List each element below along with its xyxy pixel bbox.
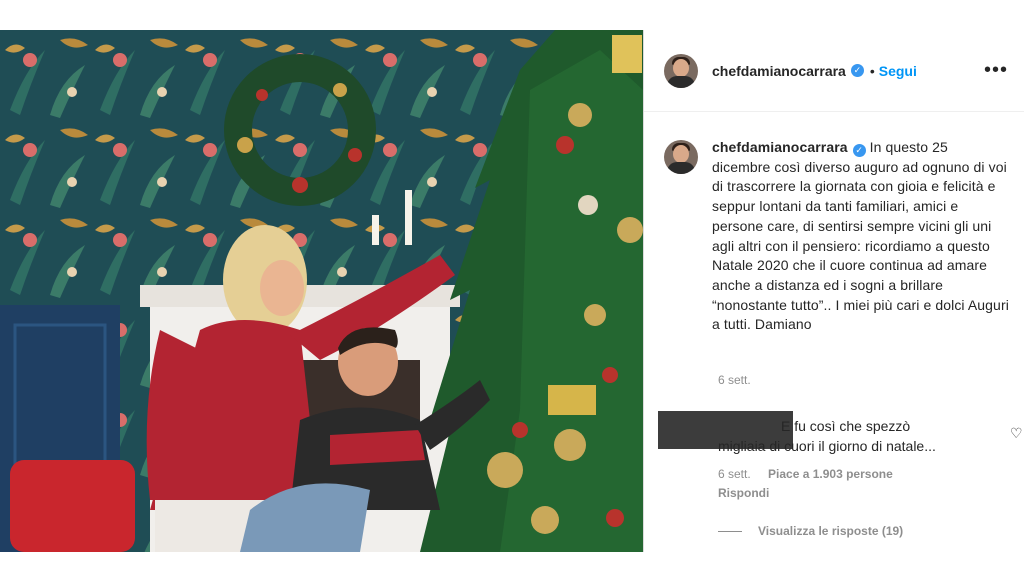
post-photo[interactable] <box>0 30 643 552</box>
comment-meta: 6 sett. Piace a 1.903 persone <box>718 467 907 481</box>
verified-badge-icon: ✓ <box>850 64 864 77</box>
caption-timestamp[interactable]: 6 sett. <box>718 373 751 387</box>
post-sidebar: chefdamianocarrara ✓ • Segui ••• chefdam… <box>643 30 1024 552</box>
post-caption: chefdamianocarrara ✓ In questo 25 dicembr… <box>664 138 1009 335</box>
caption-author-avatar[interactable] <box>664 140 698 174</box>
view-replies-label[interactable]: Visualizza le risposte (19) <box>758 524 903 538</box>
view-replies-button[interactable]: Visualizza le risposte (19) <box>718 524 903 538</box>
instagram-post: chefdamianocarrara ✓ • Segui ••• chefdam… <box>0 30 1024 552</box>
follow-button[interactable]: Segui <box>879 63 917 79</box>
heart-icon[interactable]: ♡ <box>1010 425 1023 442</box>
caption-body: In questo 25 dicembre così diverso augur… <box>712 139 1009 333</box>
caption-text-block: chefdamianocarrara ✓ In questo 25 dicembr… <box>712 138 1009 335</box>
author-username[interactable]: chefdamianocarrara <box>712 63 846 79</box>
author-avatar[interactable] <box>664 53 698 88</box>
post-header: chefdamianocarrara ✓ • Segui ••• <box>644 30 1024 112</box>
caption-username[interactable]: chefdamianocarrara <box>712 139 848 155</box>
reply-button[interactable]: Rispondi <box>718 486 769 500</box>
comment-timestamp[interactable]: 6 sett. <box>718 467 751 481</box>
comment-text-line1: E fu così che spezzò <box>781 418 911 434</box>
verified-badge-icon: ✓ <box>852 144 866 157</box>
christmas-photo-illustration <box>0 30 643 552</box>
replies-divider-line <box>718 530 742 532</box>
comment-text-line2: migliaia di cuori il giorno di natale... <box>718 438 936 454</box>
comment-likes[interactable]: Piace a 1.903 persone <box>768 467 893 481</box>
separator-dot: • <box>869 62 875 79</box>
more-options-icon[interactable]: ••• <box>984 59 1008 82</box>
